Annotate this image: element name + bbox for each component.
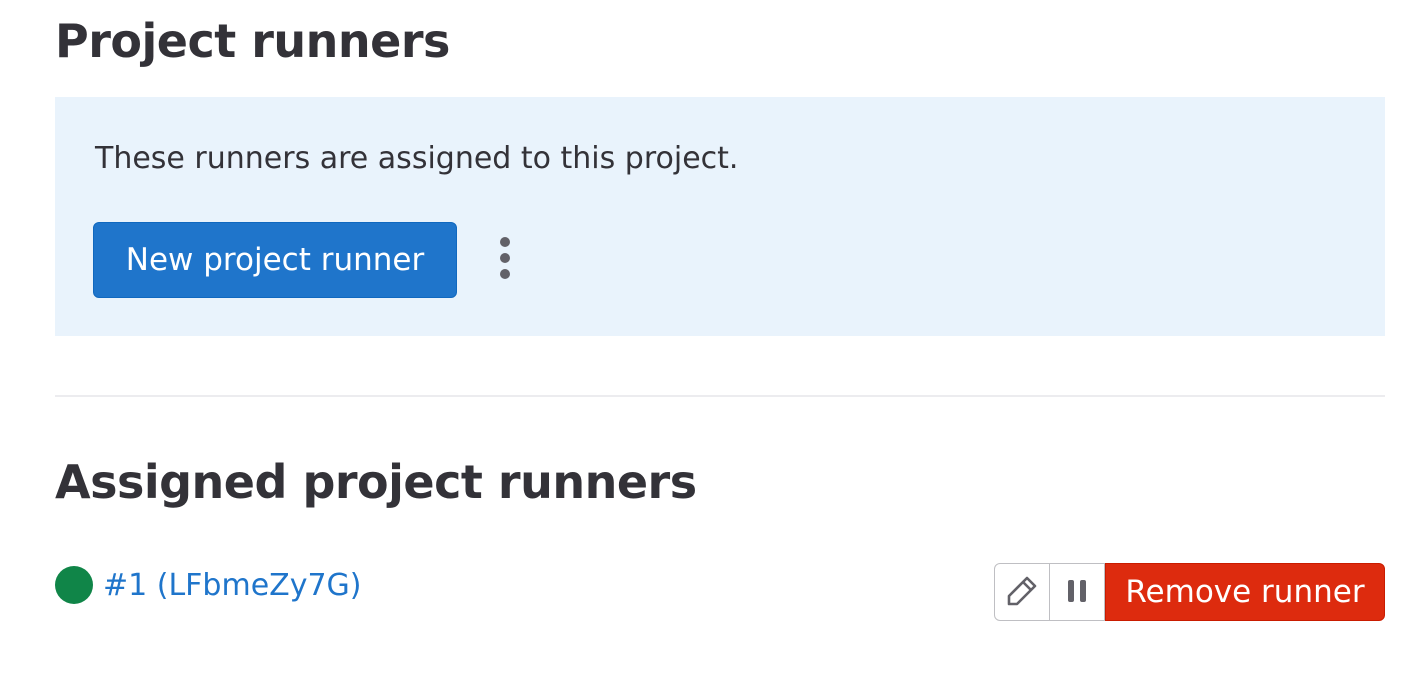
pause-icon <box>1065 577 1089 608</box>
remove-runner-button[interactable]: Remove runner <box>1105 563 1385 621</box>
section-divider <box>55 395 1385 397</box>
runners-info-panel: These runners are assigned to this proje… <box>55 97 1385 336</box>
project-runners-page: Project runners These runners are assign… <box>0 0 1425 682</box>
assigned-runners-title: Assigned project runners <box>55 455 697 509</box>
runner-item: #1 (LFbmeZy7G) <box>55 566 362 604</box>
info-description: These runners are assigned to this proje… <box>95 141 739 176</box>
runner-actions: Remove runner <box>994 563 1385 621</box>
edit-runner-button[interactable] <box>994 563 1050 621</box>
more-actions-button[interactable] <box>485 227 525 293</box>
pause-runner-button[interactable] <box>1050 563 1105 621</box>
online-status-icon <box>55 566 93 604</box>
pencil-icon <box>1005 574 1039 611</box>
runner-link[interactable]: #1 (LFbmeZy7G) <box>103 568 362 603</box>
new-project-runner-button[interactable]: New project runner <box>93 222 457 298</box>
vertical-ellipsis-icon <box>485 237 525 296</box>
page-title: Project runners <box>55 14 450 68</box>
